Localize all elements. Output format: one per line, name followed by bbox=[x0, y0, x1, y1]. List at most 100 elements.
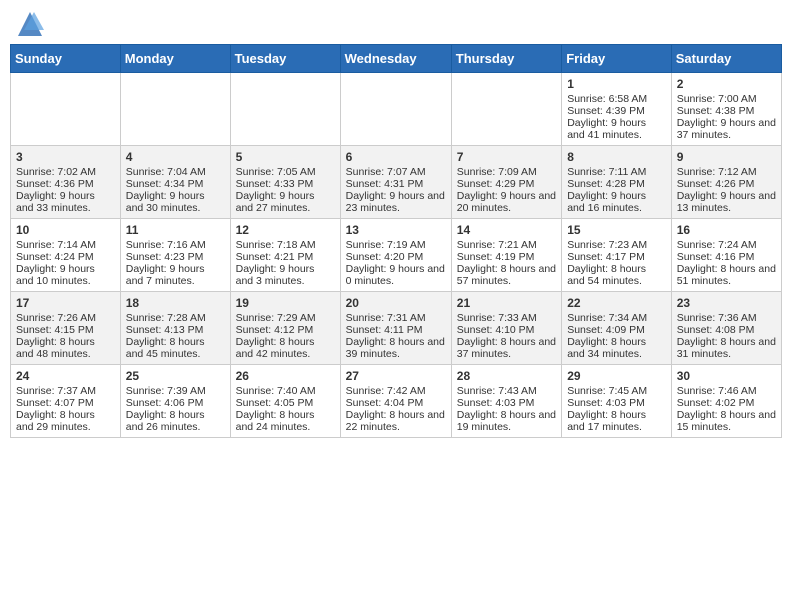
day-info: Daylight: 9 hours and 3 minutes. bbox=[236, 263, 335, 287]
day-info: Sunset: 4:09 PM bbox=[567, 324, 666, 336]
calendar-cell: 4Sunrise: 7:04 AMSunset: 4:34 PMDaylight… bbox=[120, 146, 230, 219]
calendar-cell: 15 Sunrise: 7:23 AMSunset: 4:17 PMDayligh… bbox=[562, 219, 672, 292]
day-info: Daylight: 9 hours and 20 minutes. bbox=[457, 190, 556, 214]
calendar-cell bbox=[11, 73, 121, 146]
day-number: 11 bbox=[126, 223, 225, 237]
weekday-header-thursday: Thursday bbox=[451, 45, 561, 73]
day-number: 5 bbox=[236, 150, 335, 164]
week-row-2: 3Sunrise: 7:02 AMSunset: 4:36 PMDaylight… bbox=[11, 146, 782, 219]
day-info: Sunset: 4:20 PM bbox=[346, 251, 446, 263]
calendar-cell bbox=[120, 73, 230, 146]
day-info: Daylight: 9 hours and 33 minutes. bbox=[16, 190, 115, 214]
day-number: 19 bbox=[236, 296, 335, 310]
day-info: Daylight: 9 hours and 41 minutes. bbox=[567, 117, 666, 141]
weekday-header-monday: Monday bbox=[120, 45, 230, 73]
day-info: Sunrise: 7:02 AM bbox=[16, 166, 115, 178]
calendar-cell: 19 Sunrise: 7:29 AMSunset: 4:12 PMDayligh… bbox=[230, 292, 340, 365]
calendar-cell: 30Sunrise: 7:46 AMSunset: 4:02 PMDayligh… bbox=[671, 365, 781, 438]
day-info: Daylight: 8 hours and 42 minutes. bbox=[236, 336, 335, 360]
calendar-table: SundayMondayTuesdayWednesdayThursdayFrid… bbox=[10, 44, 782, 438]
day-info: Sunset: 4:17 PM bbox=[567, 251, 666, 263]
day-info: Sunset: 4:31 PM bbox=[346, 178, 446, 190]
calendar-cell: 27Sunrise: 7:42 AMSunset: 4:04 PMDayligh… bbox=[340, 365, 451, 438]
day-info: Sunset: 4:08 PM bbox=[677, 324, 776, 336]
day-info: Sunrise: 7:05 AM bbox=[236, 166, 335, 178]
day-info: Sunset: 4:26 PM bbox=[677, 178, 776, 190]
day-info: Sunrise: 7:23 AM bbox=[567, 239, 666, 251]
day-info: Sunrise: 7:26 AM bbox=[16, 312, 115, 324]
calendar-cell: 24Sunrise: 7:37 AMSunset: 4:07 PMDayligh… bbox=[11, 365, 121, 438]
day-info: Sunrise: 7:16 AM bbox=[126, 239, 225, 251]
day-info: Sunrise: 7:34 AM bbox=[567, 312, 666, 324]
day-number: 14 bbox=[457, 223, 556, 237]
weekday-header-wednesday: Wednesday bbox=[340, 45, 451, 73]
day-number: 30 bbox=[677, 369, 776, 383]
day-info: Daylight: 8 hours and 22 minutes. bbox=[346, 409, 446, 433]
day-number: 25 bbox=[126, 369, 225, 383]
weekday-header-tuesday: Tuesday bbox=[230, 45, 340, 73]
calendar-cell: 29Sunrise: 7:45 AMSunset: 4:03 PMDayligh… bbox=[562, 365, 672, 438]
day-number: 24 bbox=[16, 369, 115, 383]
day-info: Sunset: 4:02 PM bbox=[677, 397, 776, 409]
day-number: 10 bbox=[16, 223, 115, 237]
day-info: Daylight: 8 hours and 19 minutes. bbox=[457, 409, 556, 433]
day-info: Sunset: 4:06 PM bbox=[126, 397, 225, 409]
day-number: 20 bbox=[346, 296, 446, 310]
calendar-cell: 6Sunrise: 7:07 AMSunset: 4:31 PMDaylight… bbox=[340, 146, 451, 219]
day-number: 22 bbox=[567, 296, 666, 310]
day-number: 1 bbox=[567, 77, 666, 91]
calendar-cell: 20Sunrise: 7:31 AMSunset: 4:11 PMDayligh… bbox=[340, 292, 451, 365]
day-number: 28 bbox=[457, 369, 556, 383]
day-info: Sunrise: 6:58 AM bbox=[567, 93, 666, 105]
day-info: Sunset: 4:10 PM bbox=[457, 324, 556, 336]
calendar-cell: 7Sunrise: 7:09 AMSunset: 4:29 PMDaylight… bbox=[451, 146, 561, 219]
day-info: Sunrise: 7:46 AM bbox=[677, 385, 776, 397]
day-info: Sunset: 4:38 PM bbox=[677, 105, 776, 117]
day-info: Daylight: 8 hours and 54 minutes. bbox=[567, 263, 666, 287]
day-info: Sunrise: 7:40 AM bbox=[236, 385, 335, 397]
day-number: 26 bbox=[236, 369, 335, 383]
day-info: Daylight: 9 hours and 10 minutes. bbox=[16, 263, 115, 287]
day-info: Daylight: 8 hours and 48 minutes. bbox=[16, 336, 115, 360]
week-row-1: 1Sunrise: 6:58 AMSunset: 4:39 PMDaylight… bbox=[11, 73, 782, 146]
day-number: 17 bbox=[16, 296, 115, 310]
day-info: Sunset: 4:19 PM bbox=[457, 251, 556, 263]
day-info: Sunset: 4:21 PM bbox=[236, 251, 335, 263]
day-number: 29 bbox=[567, 369, 666, 383]
day-info: Sunset: 4:11 PM bbox=[346, 324, 446, 336]
day-info: Sunrise: 7:29 AM bbox=[236, 312, 335, 324]
day-info: Daylight: 9 hours and 0 minutes. bbox=[346, 263, 446, 287]
calendar-cell: 5Sunrise: 7:05 AMSunset: 4:33 PMDaylight… bbox=[230, 146, 340, 219]
weekday-header-sunday: Sunday bbox=[11, 45, 121, 73]
calendar-cell: 10Sunrise: 7:14 AMSunset: 4:24 PMDayligh… bbox=[11, 219, 121, 292]
day-info: Sunrise: 7:00 AM bbox=[677, 93, 776, 105]
calendar-cell: 16Sunrise: 7:24 AMSunset: 4:16 PMDayligh… bbox=[671, 219, 781, 292]
day-info: Sunset: 4:12 PM bbox=[236, 324, 335, 336]
day-info: Daylight: 9 hours and 23 minutes. bbox=[346, 190, 446, 214]
day-info: Daylight: 9 hours and 16 minutes. bbox=[567, 190, 666, 214]
day-info: Daylight: 8 hours and 34 minutes. bbox=[567, 336, 666, 360]
day-number: 3 bbox=[16, 150, 115, 164]
calendar-cell: 9Sunrise: 7:12 AMSunset: 4:26 PMDaylight… bbox=[671, 146, 781, 219]
day-info: Sunrise: 7:28 AM bbox=[126, 312, 225, 324]
day-info: Sunrise: 7:37 AM bbox=[16, 385, 115, 397]
calendar-cell: 8Sunrise: 7:11 AMSunset: 4:28 PMDaylight… bbox=[562, 146, 672, 219]
day-number: 7 bbox=[457, 150, 556, 164]
day-info: Daylight: 9 hours and 7 minutes. bbox=[126, 263, 225, 287]
day-info: Sunrise: 7:43 AM bbox=[457, 385, 556, 397]
day-info: Daylight: 8 hours and 45 minutes. bbox=[126, 336, 225, 360]
day-info: Sunset: 4:29 PM bbox=[457, 178, 556, 190]
day-info: Daylight: 8 hours and 57 minutes. bbox=[457, 263, 556, 287]
day-info: Sunrise: 7:14 AM bbox=[16, 239, 115, 251]
calendar-cell: 11Sunrise: 7:16 AMSunset: 4:23 PMDayligh… bbox=[120, 219, 230, 292]
day-number: 16 bbox=[677, 223, 776, 237]
day-number: 15 bbox=[567, 223, 666, 237]
day-info: Sunset: 4:03 PM bbox=[567, 397, 666, 409]
calendar-cell: 3Sunrise: 7:02 AMSunset: 4:36 PMDaylight… bbox=[11, 146, 121, 219]
day-info: Sunset: 4:07 PM bbox=[16, 397, 115, 409]
day-info: Daylight: 8 hours and 17 minutes. bbox=[567, 409, 666, 433]
day-info: Daylight: 9 hours and 30 minutes. bbox=[126, 190, 225, 214]
calendar-cell: 13Sunrise: 7:19 AMSunset: 4:20 PMDayligh… bbox=[340, 219, 451, 292]
day-info: Sunrise: 7:12 AM bbox=[677, 166, 776, 178]
day-info: Sunset: 4:03 PM bbox=[457, 397, 556, 409]
